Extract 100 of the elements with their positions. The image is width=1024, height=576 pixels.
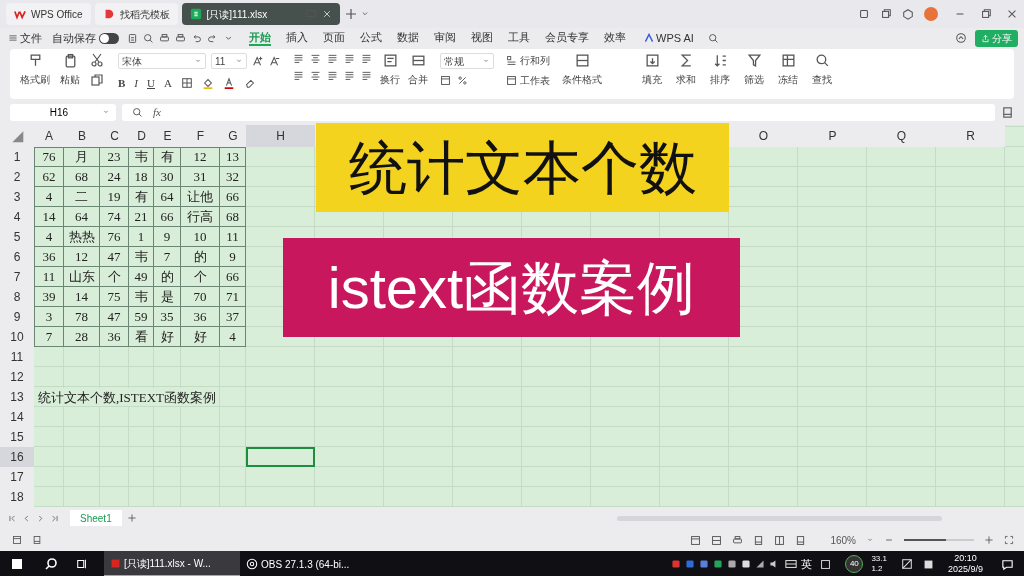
align-icon[interactable] (293, 70, 304, 81)
close-icon[interactable] (321, 9, 332, 19)
column-header[interactable]: O (729, 125, 798, 147)
ribbon-button[interactable]: 条件格式 (562, 72, 602, 87)
format-button[interactable]: U (147, 75, 155, 92)
notification-icon[interactable] (1001, 557, 1014, 571)
merge-cells-icon[interactable] (410, 53, 426, 68)
row-header[interactable]: 11 (0, 347, 34, 367)
name-box[interactable]: H16 (10, 103, 116, 121)
worksheet-icon[interactable] (506, 75, 517, 86)
ai-logo-icon[interactable] (644, 33, 654, 43)
ribbon-tab[interactable]: 审阅 (434, 30, 456, 46)
wps-logo-icon[interactable] (14, 8, 26, 20)
windows-start-icon[interactable] (10, 557, 24, 571)
document-tab[interactable]: [只读]111.xlsx (181, 3, 340, 25)
align-icon[interactable] (361, 70, 372, 81)
row-header[interactable]: 8 (0, 287, 34, 307)
zoom-level[interactable]: 160% (830, 532, 856, 548)
row-header[interactable]: 14 (0, 407, 34, 427)
spreadsheet-logo-icon[interactable] (189, 8, 202, 20)
formula-input[interactable]: fx (122, 103, 995, 121)
column-header[interactable]: E (154, 125, 181, 147)
row-header[interactable]: 7 (0, 267, 34, 287)
row-header[interactable]: 5 (0, 227, 34, 247)
font-color-icon[interactable] (222, 77, 235, 90)
document-tab[interactable]: 找稻壳模板 (94, 3, 178, 25)
expand-formula-icon[interactable] (1001, 105, 1014, 119)
sheet-tab[interactable]: Sheet1 (70, 510, 122, 526)
copy-icon[interactable] (90, 73, 104, 87)
row-header[interactable]: 15 (0, 427, 34, 447)
ribbon-tab[interactable]: 效率 (604, 30, 626, 46)
search-icon[interactable] (814, 53, 830, 68)
sum-icon[interactable] (678, 53, 694, 68)
ribbon-button[interactable]: 筛选 (744, 72, 764, 87)
align-icon[interactable] (327, 70, 338, 81)
ribbon-tab[interactable]: 会员专享 (545, 30, 589, 46)
row-header[interactable]: 16 (0, 447, 34, 467)
wps-ai-tab[interactable]: WPS AI (656, 29, 694, 47)
redo-icon[interactable] (207, 32, 218, 44)
column-header[interactable]: H (246, 125, 315, 147)
align-icon[interactable] (361, 53, 372, 64)
border-icon[interactable] (180, 77, 193, 90)
document-tab[interactable]: WPS Office (6, 3, 91, 25)
ribbon-button[interactable]: 查找 (812, 72, 832, 87)
print-preview-icon[interactable] (175, 32, 186, 44)
ribbon-button[interactable]: 冻结 (778, 72, 798, 87)
filter-icon[interactable] (746, 53, 762, 68)
close-icon[interactable] (1006, 8, 1018, 20)
sort-icon[interactable] (712, 53, 728, 68)
row-header[interactable]: 12 (0, 367, 34, 387)
column-header[interactable]: B (64, 125, 100, 147)
column-header[interactable]: C (100, 125, 129, 147)
eraser-icon[interactable] (243, 77, 256, 90)
split-view-icon[interactable] (774, 534, 786, 546)
ribbon-button[interactable]: 格式刷 (20, 72, 50, 87)
row-header[interactable]: 2 (0, 167, 34, 187)
ribbon-tab[interactable]: 视图 (471, 30, 493, 46)
search-icon[interactable] (44, 557, 58, 571)
column-header[interactable]: F (181, 125, 220, 147)
tray-app-icon[interactable] (727, 559, 738, 569)
print-icon[interactable] (159, 32, 170, 44)
input-method-indicator[interactable]: 英 (801, 555, 813, 573)
print-icon[interactable] (732, 534, 744, 546)
font-size-select[interactable]: 11 (211, 53, 247, 69)
column-header[interactable]: G (220, 125, 246, 147)
ribbon-button[interactable]: 换行 (380, 72, 400, 87)
percent-icon[interactable] (457, 75, 468, 86)
tray-app-icon[interactable] (713, 559, 724, 569)
ribbon-tab[interactable]: 插入 (286, 30, 308, 46)
keyboard-icon[interactable] (785, 558, 798, 570)
align-icon[interactable] (310, 53, 321, 64)
row-header[interactable]: 17 (0, 467, 34, 487)
font-select[interactable]: 宋体 (118, 53, 206, 69)
increase-font-icon[interactable] (252, 55, 264, 67)
align-icon[interactable] (327, 53, 338, 64)
add-tab-icon[interactable] (343, 7, 358, 21)
align-icon[interactable] (310, 70, 321, 81)
network-icon[interactable] (755, 559, 766, 569)
page-icon[interactable] (32, 535, 42, 545)
ribbon-button[interactable]: 合并 (408, 72, 428, 87)
row-header[interactable]: 6 (0, 247, 34, 267)
selected-cell[interactable] (246, 447, 315, 467)
autosave-toggle[interactable] (99, 32, 119, 44)
fill-icon[interactable] (644, 53, 660, 68)
align-icon[interactable] (344, 53, 355, 64)
format-button[interactable]: B (118, 75, 126, 92)
ribbon-button[interactable]: 工作表 (520, 73, 550, 88)
ribbon-tab[interactable]: 公式 (360, 30, 382, 46)
collapse-icon[interactable] (955, 32, 967, 44)
file-menu[interactable]: 文件 (20, 29, 42, 47)
format-button[interactable]: I (134, 75, 138, 92)
freeze-icon[interactable] (780, 53, 796, 68)
normal-view-icon[interactable] (690, 534, 702, 546)
ribbon-button[interactable]: 求和 (676, 72, 696, 87)
screenshot-icon[interactable] (900, 558, 913, 570)
row-header[interactable]: 3 (0, 187, 34, 207)
row-header[interactable]: 9 (0, 307, 34, 327)
row-header[interactable]: 1 (0, 147, 34, 167)
conditional-format-icon[interactable] (574, 53, 590, 68)
taskbar-app[interactable]: OBS 27.1.3 (64-bi... (240, 551, 376, 576)
